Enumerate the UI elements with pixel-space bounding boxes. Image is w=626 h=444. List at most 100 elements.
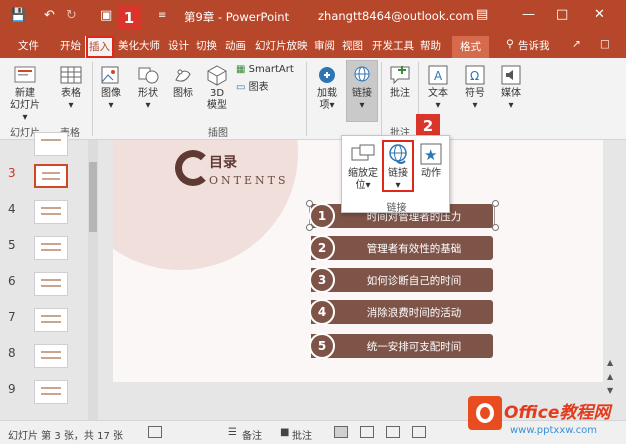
text-button[interactable]: A 文本 ▾ <box>424 64 452 112</box>
slide-thumbnail[interactable] <box>34 380 68 404</box>
tab-view[interactable]: 视图 <box>342 38 363 53</box>
new-slide-label: 新建 <box>15 88 35 99</box>
slide-number: 6 <box>8 274 16 288</box>
undo-icon[interactable]: ↶ <box>44 8 55 23</box>
slide-thumbnail[interactable] <box>34 308 68 332</box>
toc-item-text: 如何诊断自己的时间 <box>366 275 462 287</box>
resize-handle[interactable] <box>492 224 499 231</box>
lightbulb-icon: ⚲ <box>506 38 514 50</box>
tab-file[interactable]: 文件 <box>18 38 39 53</box>
previous-slide-icon[interactable]: ▲ <box>607 372 613 381</box>
resize-handle[interactable] <box>306 200 313 207</box>
watermark-logo <box>468 396 502 430</box>
thumbnail-scrollbar[interactable] <box>88 140 98 420</box>
next-slide-icon[interactable]: ▼ <box>607 386 613 395</box>
ribbon-display-icon[interactable]: ▤ <box>476 7 488 22</box>
slide-thumbnail[interactable] <box>34 200 68 224</box>
slide-thumbnail[interactable] <box>34 344 68 368</box>
toc-item[interactable]: 4 消除浪费时间的活动 <box>309 299 493 325</box>
account-email[interactable]: zhangtt8464@outlook.com <box>318 9 474 23</box>
link-button[interactable]: 链接 ▾ <box>346 64 378 112</box>
dropdown-arrow-icon: ▾ <box>359 100 365 111</box>
tab-design[interactable]: 设计 <box>168 38 189 53</box>
tab-help[interactable]: 帮助 <box>420 38 441 53</box>
shapes-button[interactable]: 形状 ▾ <box>132 64 164 112</box>
normal-view-icon[interactable] <box>334 426 348 438</box>
slide-thumbnail[interactable] <box>34 132 68 156</box>
notes-icon[interactable]: ☰ <box>228 427 237 438</box>
tab-animations[interactable]: 动画 <box>225 38 246 53</box>
media-button[interactable]: 媒体 ▾ <box>496 64 526 112</box>
save-icon[interactable]: 💾 <box>10 8 26 23</box>
image-button[interactable]: 图像 ▾ <box>96 64 126 112</box>
slide-number: 3 <box>8 166 16 180</box>
tab-transitions[interactable]: 切换 <box>196 38 217 53</box>
slide-scrollbar[interactable]: ▲ ▲ ▼ <box>604 140 618 420</box>
tab-format[interactable]: 格式 <box>452 36 489 58</box>
smartart-button[interactable]: ▦ SmartArt <box>236 64 302 76</box>
comments-icon[interactable]: □ <box>600 38 610 50</box>
new-slide-button[interactable]: 新建 幻灯片 ▾ <box>6 64 44 124</box>
slide-subtitle[interactable]: ONTENTS <box>209 174 289 187</box>
dropdown-arrow-icon: ▾ <box>472 100 478 111</box>
tab-slideshow[interactable]: 幻灯片放映 <box>255 38 308 53</box>
tab-review[interactable]: 审阅 <box>314 38 335 53</box>
scroll-up-icon[interactable]: ▲ <box>607 358 613 367</box>
table-button[interactable]: 表格 ▾ <box>54 64 88 112</box>
slide-number: 9 <box>8 382 16 396</box>
close-icon[interactable]: ✕ <box>594 7 605 22</box>
scroll-thumb[interactable] <box>89 162 97 232</box>
comment-button[interactable]: 批注 <box>386 64 414 100</box>
maximize-icon[interactable]: □ <box>556 7 568 22</box>
zoom-icon <box>350 142 376 166</box>
new-slide-icon <box>13 64 37 86</box>
watermark-url: www.pptxxw.com <box>510 425 598 436</box>
tell-me-search[interactable]: 告诉我 <box>518 38 550 53</box>
zoom-button[interactable]: 缩放定 位▾ <box>346 142 380 192</box>
slide-thumbnail[interactable] <box>34 236 68 260</box>
present-icon[interactable]: ▣ <box>100 8 112 23</box>
new-slide-label-2: 幻灯片 <box>10 100 40 111</box>
omega-symbol-icon: Ω <box>463 64 487 86</box>
toc-item[interactable]: 5 统一安排可支配时间 <box>309 333 493 359</box>
redo-icon[interactable]: ↻ <box>66 8 77 23</box>
symbol-button[interactable]: Ω 符号 ▾ <box>460 64 490 112</box>
addins-icon <box>315 64 339 86</box>
comments-button[interactable]: 批注 <box>292 427 312 442</box>
slide-thumbnail-selected[interactable] <box>34 164 68 188</box>
toc-item[interactable]: 3 如何诊断自己的时间 <box>309 267 493 293</box>
action-button[interactable]: ★ 动作 <box>416 142 446 180</box>
3d-model-button[interactable]: 3D 模型 <box>202 64 232 112</box>
slideshow-icon[interactable] <box>412 426 426 438</box>
tab-home[interactable]: 开始 <box>60 38 81 53</box>
customize-icon[interactable]: ≡ <box>158 10 166 21</box>
chart-label: 图表 <box>248 82 269 93</box>
slide-title[interactable]: 目录 <box>209 152 237 172</box>
tab-beautify[interactable]: 美化大师 <box>118 38 160 53</box>
comments-icon[interactable]: ■ <box>280 427 289 438</box>
slide-thumbnail[interactable] <box>34 272 68 296</box>
dropdown-arrow-icon: ▾ <box>435 100 441 111</box>
slide-number: 8 <box>8 346 16 360</box>
tab-developer[interactable]: 开发工具 <box>372 38 414 53</box>
reading-view-icon[interactable] <box>386 426 400 438</box>
minimize-icon[interactable]: — <box>522 7 535 22</box>
svg-text:Ω: Ω <box>470 69 479 83</box>
text-label: 文本 <box>428 88 448 99</box>
toc-item-text: 统一安排可支配时间 <box>366 341 462 353</box>
icons-label: 图标 <box>173 88 193 99</box>
resize-handle[interactable] <box>306 224 313 231</box>
icons-button[interactable]: 图标 <box>168 64 198 100</box>
thumbnail-pane: 3 4 5 6 7 8 9 <box>0 132 100 420</box>
addins-button[interactable]: 加载 项▾ <box>310 64 344 112</box>
notes-button[interactable]: 备注 <box>242 427 262 442</box>
text-icon: A <box>426 64 450 86</box>
share-icon[interactable]: ↗ <box>572 38 581 50</box>
slide-sorter-icon[interactable] <box>360 426 374 438</box>
toc-item[interactable]: 2 管理者有效性的基础 <box>309 235 493 261</box>
shapes-icon <box>136 64 160 86</box>
spelling-check-icon[interactable] <box>148 426 162 438</box>
addins-label: 加载 <box>317 88 337 99</box>
chart-button[interactable]: ▭ 图表 <box>236 82 286 94</box>
resize-handle[interactable] <box>492 200 499 207</box>
